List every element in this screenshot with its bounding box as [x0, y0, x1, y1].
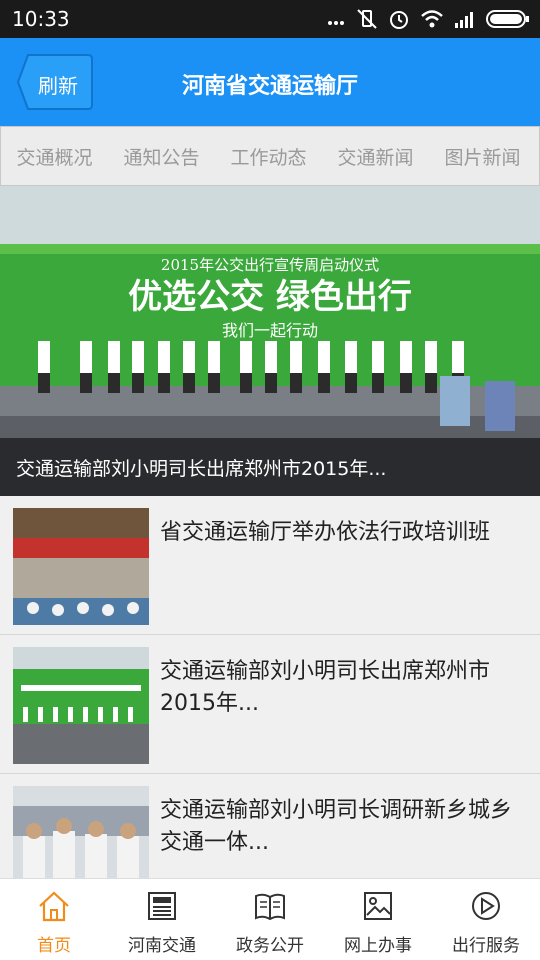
home-icon	[39, 891, 69, 922]
news-thumbnail	[13, 647, 149, 764]
tab-notices[interactable]: 通知公告	[108, 143, 215, 170]
book-icon	[255, 893, 285, 921]
news-title: 交通运输部刘小明司长出席郑州市2015年...	[160, 659, 491, 716]
banner-line-3: 我们一起行动	[222, 321, 318, 340]
list-item[interactable]: 省交通运输厅举办依法行政培训班	[0, 497, 540, 635]
news-title: 省交通运输厅举办依法行政培训班	[160, 520, 491, 545]
tab-overview[interactable]: 交通概况	[1, 143, 108, 170]
play-icon	[472, 892, 500, 920]
more-icon	[328, 21, 344, 25]
news-thumbnail	[13, 508, 149, 625]
nav-online-services-label: 网上办事	[344, 936, 412, 956]
alarm-icon	[390, 11, 408, 29]
banner-line-2: 优选公交 绿色出行	[128, 277, 412, 317]
status-time: 10:33	[12, 7, 70, 31]
newspaper-icon	[148, 892, 176, 920]
hero-caption: 交通运输部刘小明司长出席郑州市2015年...	[0, 438, 540, 496]
banner-line-1: 2015年公交出行宣传周启动仪式	[161, 256, 379, 274]
nav-government-affairs-label: 政务公开	[236, 936, 304, 956]
news-title: 交通运输部刘小明司长调研新乡城乡交通一体...	[160, 798, 513, 855]
tab-work-news[interactable]: 工作动态	[215, 143, 322, 170]
status-icons	[326, 8, 530, 30]
nav-government-affairs[interactable]: 政务公开	[216, 879, 324, 960]
nav-home-label: 首页	[37, 936, 71, 956]
nav-online-services[interactable]: 网上办事	[324, 879, 432, 960]
nav-home[interactable]: 首页	[0, 879, 108, 960]
bottom-nav: 首页 河南交通 政务公开 网上办事 出行服务	[0, 878, 540, 960]
tab-photo-news[interactable]: 图片新闻	[429, 143, 536, 170]
category-tabs: 交通概况 通知公告 工作动态 交通新闻 图片新闻	[0, 126, 540, 186]
list-item[interactable]: 交通运输部刘小明司长出席郑州市2015年...	[0, 636, 540, 774]
tab-traffic-news[interactable]: 交通新闻	[322, 143, 429, 170]
nav-henan-traffic[interactable]: 河南交通	[108, 879, 216, 960]
status-bar: 10:33	[0, 0, 540, 38]
app-header: 刷新 河南省交通运输厅	[0, 38, 540, 126]
battery-icon	[486, 10, 529, 28]
nav-travel-services[interactable]: 出行服务	[432, 879, 540, 960]
page-title: 河南省交通运输厅	[181, 74, 358, 99]
nav-henan-traffic-label: 河南交通	[128, 936, 196, 956]
signal-icon	[455, 12, 473, 28]
hero-slide[interactable]: 2015年公交出行宣传周启动仪式 优选公交 绿色出行 我们一起行动 交通运输部刘…	[0, 186, 540, 496]
wifi-icon	[421, 10, 443, 28]
vibrate-icon	[357, 9, 377, 29]
nav-travel-services-label: 出行服务	[452, 936, 520, 956]
image-icon	[364, 892, 392, 920]
